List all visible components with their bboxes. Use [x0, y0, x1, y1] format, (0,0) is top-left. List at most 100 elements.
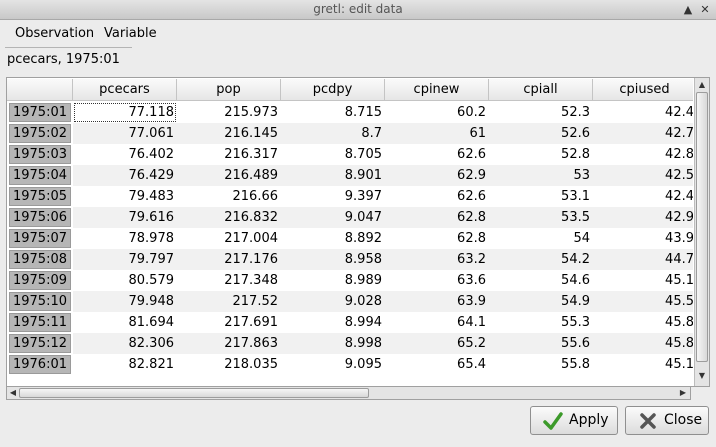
row-label[interactable]: 1975:06 — [9, 208, 71, 227]
data-cell[interactable]: 65.4 — [385, 354, 489, 375]
data-cell[interactable]: 54.6 — [489, 270, 593, 291]
data-cell[interactable]: 45.1 — [593, 270, 693, 291]
data-cell[interactable]: 45.8 — [593, 333, 693, 354]
data-cell[interactable]: 78.978 — [73, 228, 177, 249]
up-arrow-icon[interactable]: ▲ — [680, 2, 696, 18]
data-cell[interactable]: 45.1 — [593, 354, 693, 375]
data-cell[interactable]: 217.348 — [177, 270, 281, 291]
data-cell[interactable]: 62.8 — [385, 207, 489, 228]
data-cell[interactable]: 81.694 — [73, 312, 177, 333]
data-cell[interactable]: 79.483 — [73, 186, 177, 207]
column-header[interactable]: cpiall — [489, 79, 593, 101]
data-cell[interactable]: 55.3 — [489, 312, 593, 333]
data-cell[interactable]: 64.1 — [385, 312, 489, 333]
data-cell[interactable]: 215.973 — [177, 102, 281, 123]
data-cell[interactable]: 217.004 — [177, 228, 281, 249]
scroll-down-icon[interactable]: ▼ — [696, 371, 708, 380]
data-cell[interactable]: 217.691 — [177, 312, 281, 333]
close-button[interactable]: Close — [625, 406, 709, 435]
data-cell[interactable]: 54.2 — [489, 249, 593, 270]
data-cell[interactable]: 63.6 — [385, 270, 489, 291]
data-cell[interactable]: 44.7 — [593, 249, 693, 270]
data-cell[interactable]: 65.2 — [385, 333, 489, 354]
data-cell[interactable]: 8.901 — [281, 165, 385, 186]
data-cell[interactable]: 52.6 — [489, 123, 593, 144]
data-cell[interactable]: 77.118 — [73, 102, 177, 123]
data-cell[interactable]: 52.3 — [489, 102, 593, 123]
data-cell[interactable]: 9.095 — [281, 354, 385, 375]
menu-observation[interactable]: Observation — [15, 26, 94, 41]
vertical-scrollbar[interactable]: ▲ ▼ — [694, 78, 709, 386]
data-cell[interactable]: 42.4 — [593, 102, 693, 123]
row-label[interactable]: 1975:11 — [9, 313, 71, 332]
data-cell[interactable]: 77.061 — [73, 123, 177, 144]
data-cell[interactable]: 45.5 — [593, 291, 693, 312]
row-label[interactable]: 1975:10 — [9, 292, 71, 311]
data-cell[interactable]: 76.429 — [73, 165, 177, 186]
row-label[interactable]: 1975:04 — [9, 166, 71, 185]
data-cell[interactable]: 9.047 — [281, 207, 385, 228]
data-cell[interactable]: 42.5 — [593, 165, 693, 186]
data-cell[interactable]: 42.9 — [593, 207, 693, 228]
data-cell[interactable]: 79.948 — [73, 291, 177, 312]
data-cell[interactable]: 62.6 — [385, 186, 489, 207]
data-cell[interactable]: 80.579 — [73, 270, 177, 291]
data-cell[interactable]: 42.8 — [593, 144, 693, 165]
row-label[interactable]: 1975:02 — [9, 124, 71, 143]
data-cell[interactable]: 8.998 — [281, 333, 385, 354]
data-cell[interactable]: 82.306 — [73, 333, 177, 354]
column-header[interactable]: pcecars — [73, 79, 177, 101]
data-cell[interactable]: 216.317 — [177, 144, 281, 165]
data-cell[interactable]: 60.2 — [385, 102, 489, 123]
data-cell[interactable]: 53.1 — [489, 186, 593, 207]
data-cell[interactable]: 9.028 — [281, 291, 385, 312]
data-cell[interactable]: 8.7 — [281, 123, 385, 144]
data-cell[interactable]: 62.9 — [385, 165, 489, 186]
data-cell[interactable]: 54.9 — [489, 291, 593, 312]
row-label[interactable]: 1975:03 — [9, 145, 71, 164]
row-label[interactable]: 1975:01 — [9, 103, 71, 122]
data-cell[interactable]: 9.397 — [281, 186, 385, 207]
apply-button[interactable]: Apply — [530, 406, 618, 435]
data-cell[interactable]: 63.2 — [385, 249, 489, 270]
data-cell[interactable]: 217.863 — [177, 333, 281, 354]
data-cell[interactable]: 79.616 — [73, 207, 177, 228]
data-cell[interactable]: 216.832 — [177, 207, 281, 228]
data-cell[interactable]: 55.6 — [489, 333, 593, 354]
data-cell[interactable]: 42.7 — [593, 123, 693, 144]
data-cell[interactable]: 76.402 — [73, 144, 177, 165]
menu-variable[interactable]: Variable — [104, 26, 157, 41]
data-cell[interactable]: 216.66 — [177, 186, 281, 207]
column-header[interactable]: cpinew — [385, 79, 489, 101]
horizontal-scrollbar[interactable]: ◀ ▶ — [6, 386, 691, 400]
data-cell[interactable]: 8.892 — [281, 228, 385, 249]
data-cell[interactable]: 8.958 — [281, 249, 385, 270]
row-label[interactable]: 1975:08 — [9, 250, 71, 269]
vertical-scroll-thumb[interactable] — [696, 92, 708, 362]
data-cell[interactable]: 63.9 — [385, 291, 489, 312]
row-label[interactable]: 1975:12 — [9, 334, 71, 353]
scroll-right-icon[interactable]: ▶ — [677, 388, 689, 397]
row-label[interactable]: 1976:01 — [9, 355, 71, 374]
scroll-left-icon[interactable]: ◀ — [7, 388, 19, 397]
data-cell[interactable]: 217.52 — [177, 291, 281, 312]
column-header[interactable]: pcdpy — [281, 79, 385, 101]
column-header[interactable]: cpiused — [593, 79, 693, 101]
data-cell[interactable]: 79.797 — [73, 249, 177, 270]
data-cell[interactable]: 217.176 — [177, 249, 281, 270]
column-header[interactable]: pop — [177, 79, 281, 101]
horizontal-scroll-thumb[interactable] — [19, 388, 369, 398]
data-cell[interactable]: 218.035 — [177, 354, 281, 375]
data-cell[interactable]: 55.8 — [489, 354, 593, 375]
row-label[interactable]: 1975:05 — [9, 187, 71, 206]
data-cell[interactable]: 61 — [385, 123, 489, 144]
data-cell[interactable]: 8.989 — [281, 270, 385, 291]
data-cell[interactable]: 62.6 — [385, 144, 489, 165]
data-cell[interactable]: 8.705 — [281, 144, 385, 165]
data-cell[interactable]: 82.821 — [73, 354, 177, 375]
data-cell[interactable]: 216.145 — [177, 123, 281, 144]
data-cell[interactable]: 42.4 — [593, 186, 693, 207]
data-cell[interactable]: 53.5 — [489, 207, 593, 228]
close-icon[interactable]: ✕ — [697, 2, 713, 18]
data-cell[interactable]: 216.489 — [177, 165, 281, 186]
